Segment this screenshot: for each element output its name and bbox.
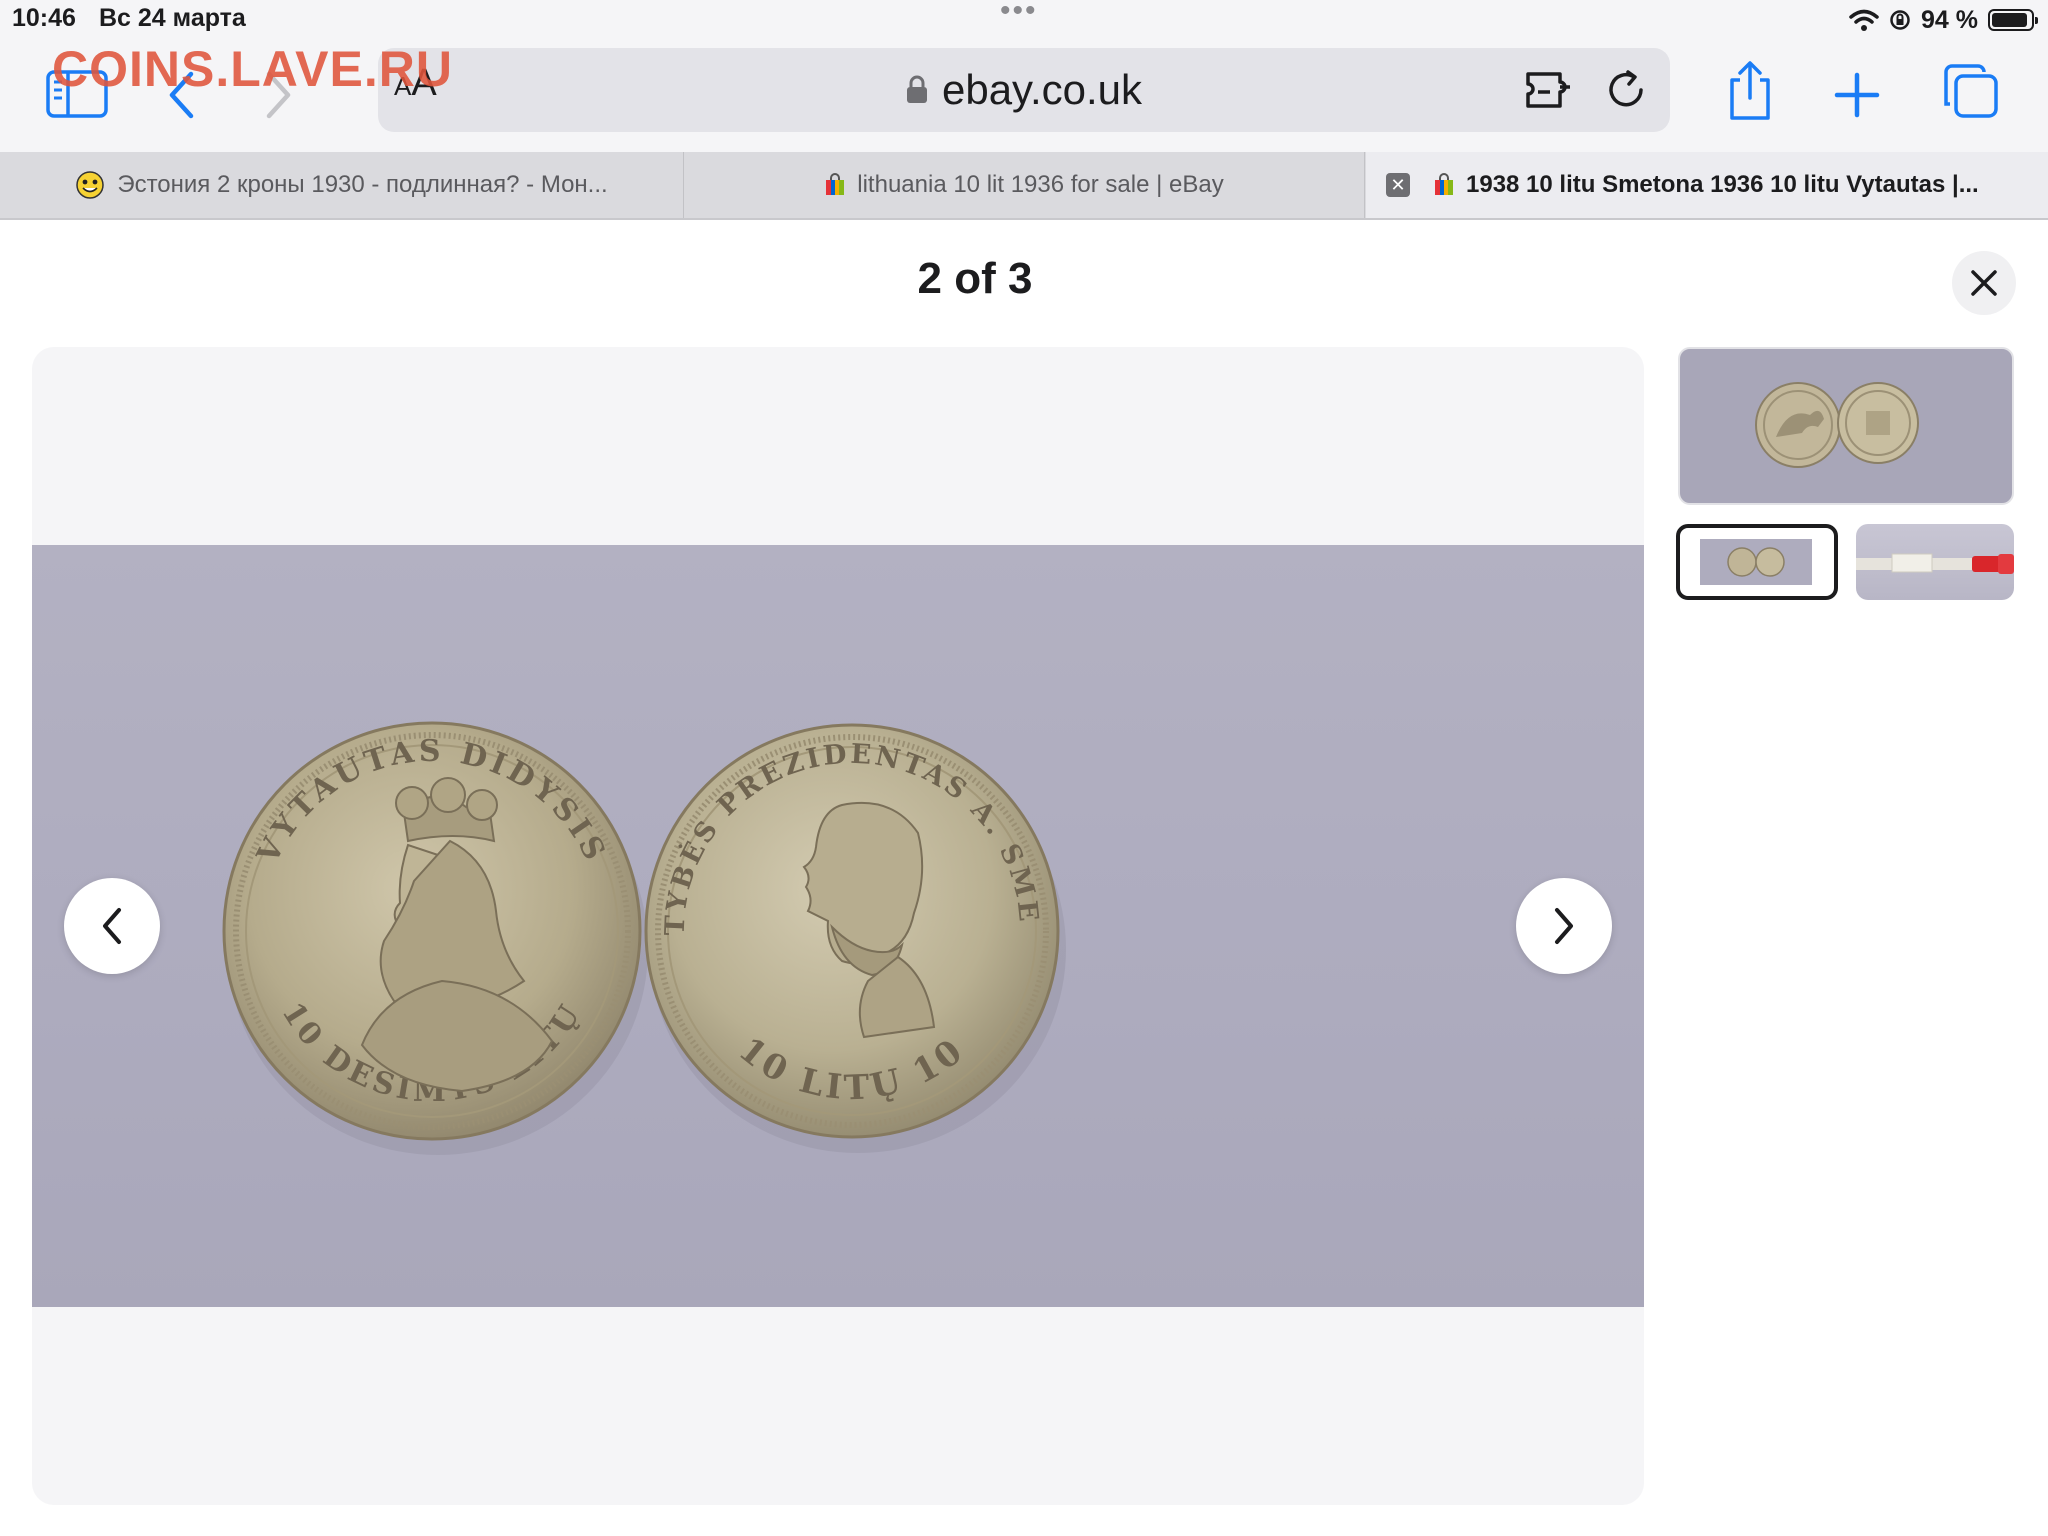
tab-bar: Эстония 2 кроны 1930 - подлинная? - Мон.… [0,152,2048,220]
wifi-icon [1849,9,1879,31]
lock-icon [906,75,927,103]
status-time: 10:46 [12,4,76,32]
previous-image-button[interactable] [64,878,160,974]
close-tab-icon[interactable]: ✕ [1386,173,1410,197]
extensions-icon[interactable] [1524,68,1578,112]
url-text: ebay.co.uk [941,66,1142,113]
chevron-left-icon [103,908,121,944]
reload-icon[interactable] [1604,68,1648,112]
status-bar: 10:46 Вс 24 марта ••• 94 % [0,0,2048,40]
tab-estonia-coins[interactable]: Эстония 2 кроны 1930 - подлинная? - Мон.… [0,152,684,218]
status-indicators: 94 % [1849,4,2038,36]
tab-title: Эстония 2 кроны 1930 - подлинная? - Мон.… [117,171,608,198]
multitasking-dots-icon[interactable]: ••• [1000,0,1038,28]
status-date: Вс 24 марта [99,4,246,32]
close-viewer-button[interactable] [1952,251,2016,315]
new-tab-icon[interactable] [1834,72,1880,118]
tab-title: lithuania 10 lit 1936 for sale | eBay [857,171,1224,198]
thumbnail-3[interactable] [1856,524,2014,600]
browser-toolbar: COINS.LAVE.RU AA ebay.co.uk [0,40,2048,152]
image-counter: 2 of 3 [917,254,1033,303]
tab-ebay-listing[interactable]: ✕ 1938 10 litu Smetona 1936 10 litu Vyta… [1366,152,2048,218]
image-viewer: VYTAUTAS DIDYSIS 10 DESIMTS LITŲ [32,347,1644,1505]
address-bar[interactable]: AA ebay.co.uk [378,48,1670,132]
next-image-button[interactable] [1516,878,1612,974]
tabs-overview-icon[interactable] [1942,62,2000,120]
back-icon[interactable] [166,70,196,120]
chevron-right-icon [1555,908,1573,944]
smiley-icon [75,170,105,200]
orientation-lock-icon [1890,10,1910,30]
tab-title: 1938 10 litu Smetona 1936 10 litu Vytaut… [1466,171,1979,198]
thumbnail-2[interactable] [1676,524,1838,600]
thumbnail-1[interactable] [1678,347,2014,505]
tab-ebay-lithuania-search[interactable]: lithuania 10 lit 1936 for sale | eBay [685,152,1365,218]
battery-percent: 94 % [1921,5,1978,34]
sidebar-icon[interactable] [46,70,108,118]
url-field[interactable]: ebay.co.uk [378,66,1670,114]
ebay-bag-icon [1434,173,1454,197]
battery-icon [1988,9,2038,31]
ebay-bag-icon [825,173,845,197]
close-icon [1971,270,1997,296]
coin-photo: VYTAUTAS DIDYSIS 10 DESIMTS LITŲ [32,521,1644,1307]
forward-icon[interactable] [264,70,294,120]
share-icon[interactable] [1726,60,1774,122]
coin-vytautas: VYTAUTAS DIDYSIS 10 DESIMTS LITŲ [222,721,642,1141]
